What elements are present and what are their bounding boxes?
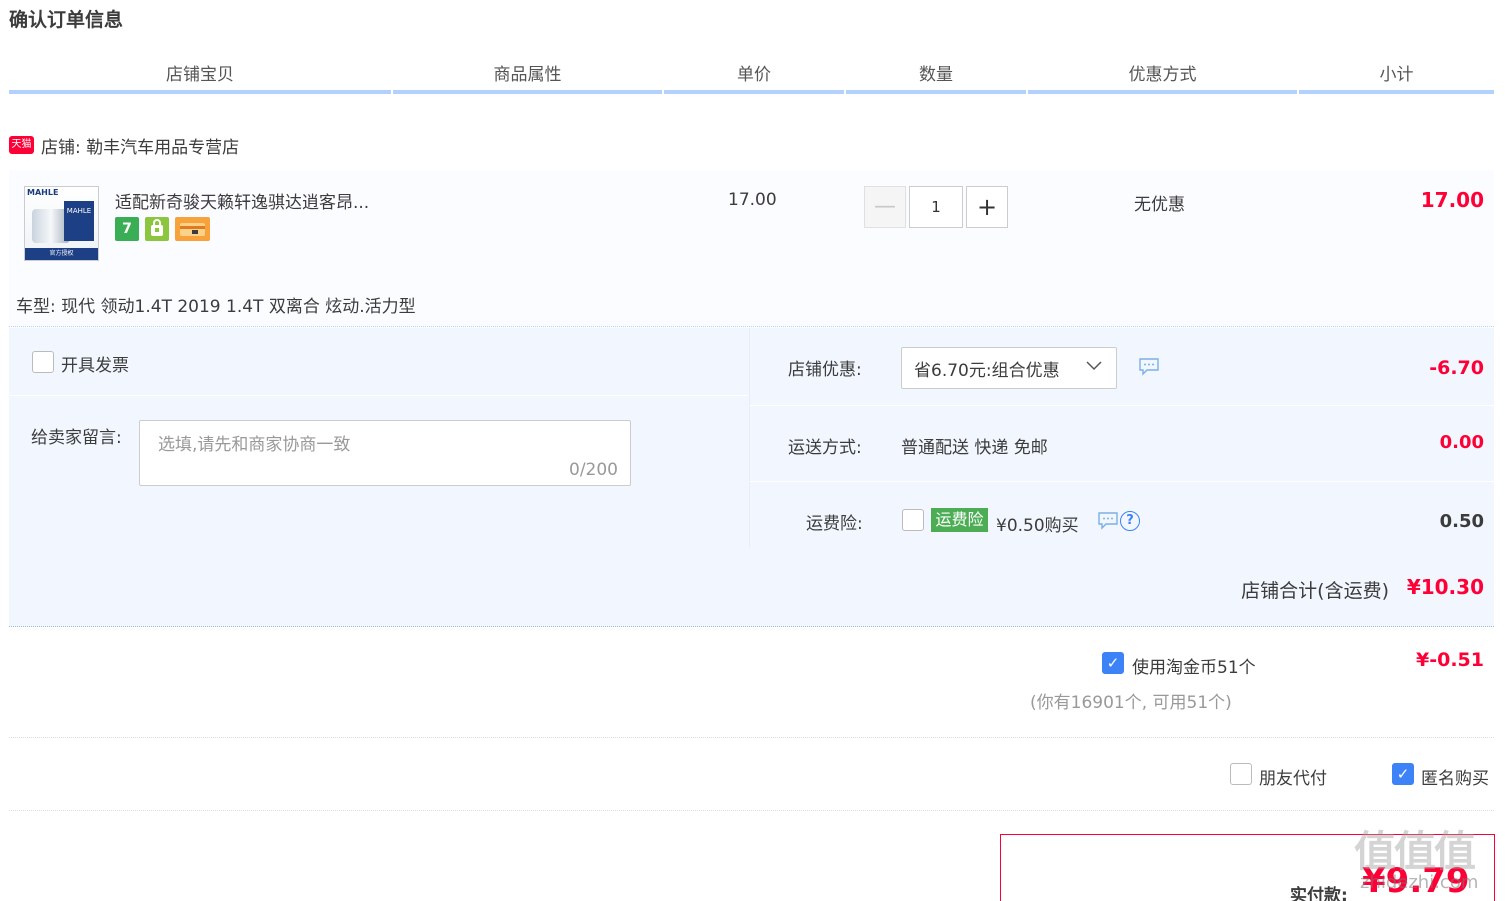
header-discount: 优惠方式 xyxy=(1028,62,1297,94)
divider xyxy=(9,737,1494,738)
car-model-text: 车型: 现代 领动1.4T 2019 1.4T 双离合 炫动.活力型 xyxy=(16,297,416,317)
shop-row: 天猫 店铺: 勒丰汽车用品专营店 xyxy=(9,130,239,160)
help-icon[interactable]: ? xyxy=(1120,511,1140,531)
thumb-footer-text: 官方授权 xyxy=(25,248,98,260)
shop-total-label: 店铺合计(含运费) xyxy=(1241,580,1389,602)
insurance-price: ¥0.50购买 xyxy=(996,516,1079,536)
friend-pay-label: 朋友代付 xyxy=(1259,769,1327,789)
chat-bubble-icon[interactable] xyxy=(1097,511,1119,535)
discount-method: 无优惠 xyxy=(1134,195,1185,215)
coins-checkbox[interactable]: ✓ xyxy=(1102,652,1124,674)
header-attributes: 商品属性 xyxy=(393,62,662,94)
message-char-count: 0/200 xyxy=(569,460,618,480)
insurance-amount: 0.50 xyxy=(1439,511,1484,532)
product-thumbnail[interactable]: MAHLE MAHLE 官方授权 xyxy=(24,186,99,261)
quantity-increase-button[interactable]: + xyxy=(966,186,1008,228)
header-quantity: 数量 xyxy=(846,62,1026,94)
anonymous-label: 匿名购买 xyxy=(1421,769,1489,789)
page-title: 确认订单信息 xyxy=(9,9,124,31)
message-placeholder: 选填,请先和商家协商一致 xyxy=(158,435,351,455)
invoice-checkbox[interactable] xyxy=(32,351,54,373)
coins-amount: ¥-0.51 xyxy=(1416,649,1484,671)
header-shop-item: 店铺宝贝 xyxy=(9,62,391,94)
shipping-method: 普通配送 快递 免邮 xyxy=(901,438,1048,458)
guarantee-icon[interactable] xyxy=(145,217,169,241)
shop-total-amount: ¥10.30 xyxy=(1406,575,1484,599)
tmall-icon: 天猫 xyxy=(9,136,34,154)
shop-discount-selected-value: 省6.70元:组合优惠 xyxy=(914,361,1060,381)
header-subtotal: 小计 xyxy=(1299,62,1494,94)
watermark-text: zhidezhi.com xyxy=(1360,872,1479,893)
shop-discount-amount: -6.70 xyxy=(1429,357,1484,379)
shop-name-link[interactable]: 店铺: 勒丰汽车用品专营店 xyxy=(41,133,239,158)
watermark-logo: 值值值 xyxy=(1354,827,1476,876)
product-title-link[interactable]: 适配新奇骏天籁轩逸骐达逍客昂... xyxy=(115,188,395,213)
message-label: 给卖家留言: xyxy=(31,428,122,448)
7-day-return-icon[interactable]: 7 xyxy=(115,217,139,241)
insurance-label: 运费险: xyxy=(806,514,863,534)
quantity-input[interactable]: 1 xyxy=(909,186,963,228)
divider xyxy=(750,405,1494,406)
unit-price: 17.00 xyxy=(728,190,777,210)
coins-note: (你有16901个, 可用51个) xyxy=(1030,693,1232,713)
anonymous-checkbox[interactable]: ✓ xyxy=(1392,763,1414,785)
divider xyxy=(749,328,750,548)
insurance-checkbox[interactable] xyxy=(902,509,924,531)
divider xyxy=(9,326,1494,327)
payment-label: 实付款: xyxy=(1290,886,1348,901)
insurance-tag: 运费险 xyxy=(931,508,988,532)
invoice-label: 开具发票 xyxy=(61,356,129,376)
quantity-decrease-button[interactable]: — xyxy=(864,186,906,228)
thumb-box-image: MAHLE xyxy=(64,201,94,241)
item-subtotal: 17.00 xyxy=(1420,188,1484,212)
coins-label: 使用淘金币51个 xyxy=(1132,658,1256,678)
chevron-down-icon xyxy=(1084,355,1104,379)
friend-pay-checkbox[interactable] xyxy=(1230,763,1252,785)
shipping-label: 运送方式: xyxy=(788,438,862,458)
thumb-brand-text: MAHLE xyxy=(27,188,59,197)
shop-discount-label: 店铺优惠: xyxy=(788,360,862,380)
header-unit-price: 单价 xyxy=(664,62,844,94)
shipping-amount: 0.00 xyxy=(1439,432,1484,453)
chat-bubble-icon[interactable] xyxy=(1138,357,1160,381)
credit-card-icon[interactable] xyxy=(175,217,210,241)
divider xyxy=(9,810,1494,811)
divider xyxy=(750,481,1494,482)
